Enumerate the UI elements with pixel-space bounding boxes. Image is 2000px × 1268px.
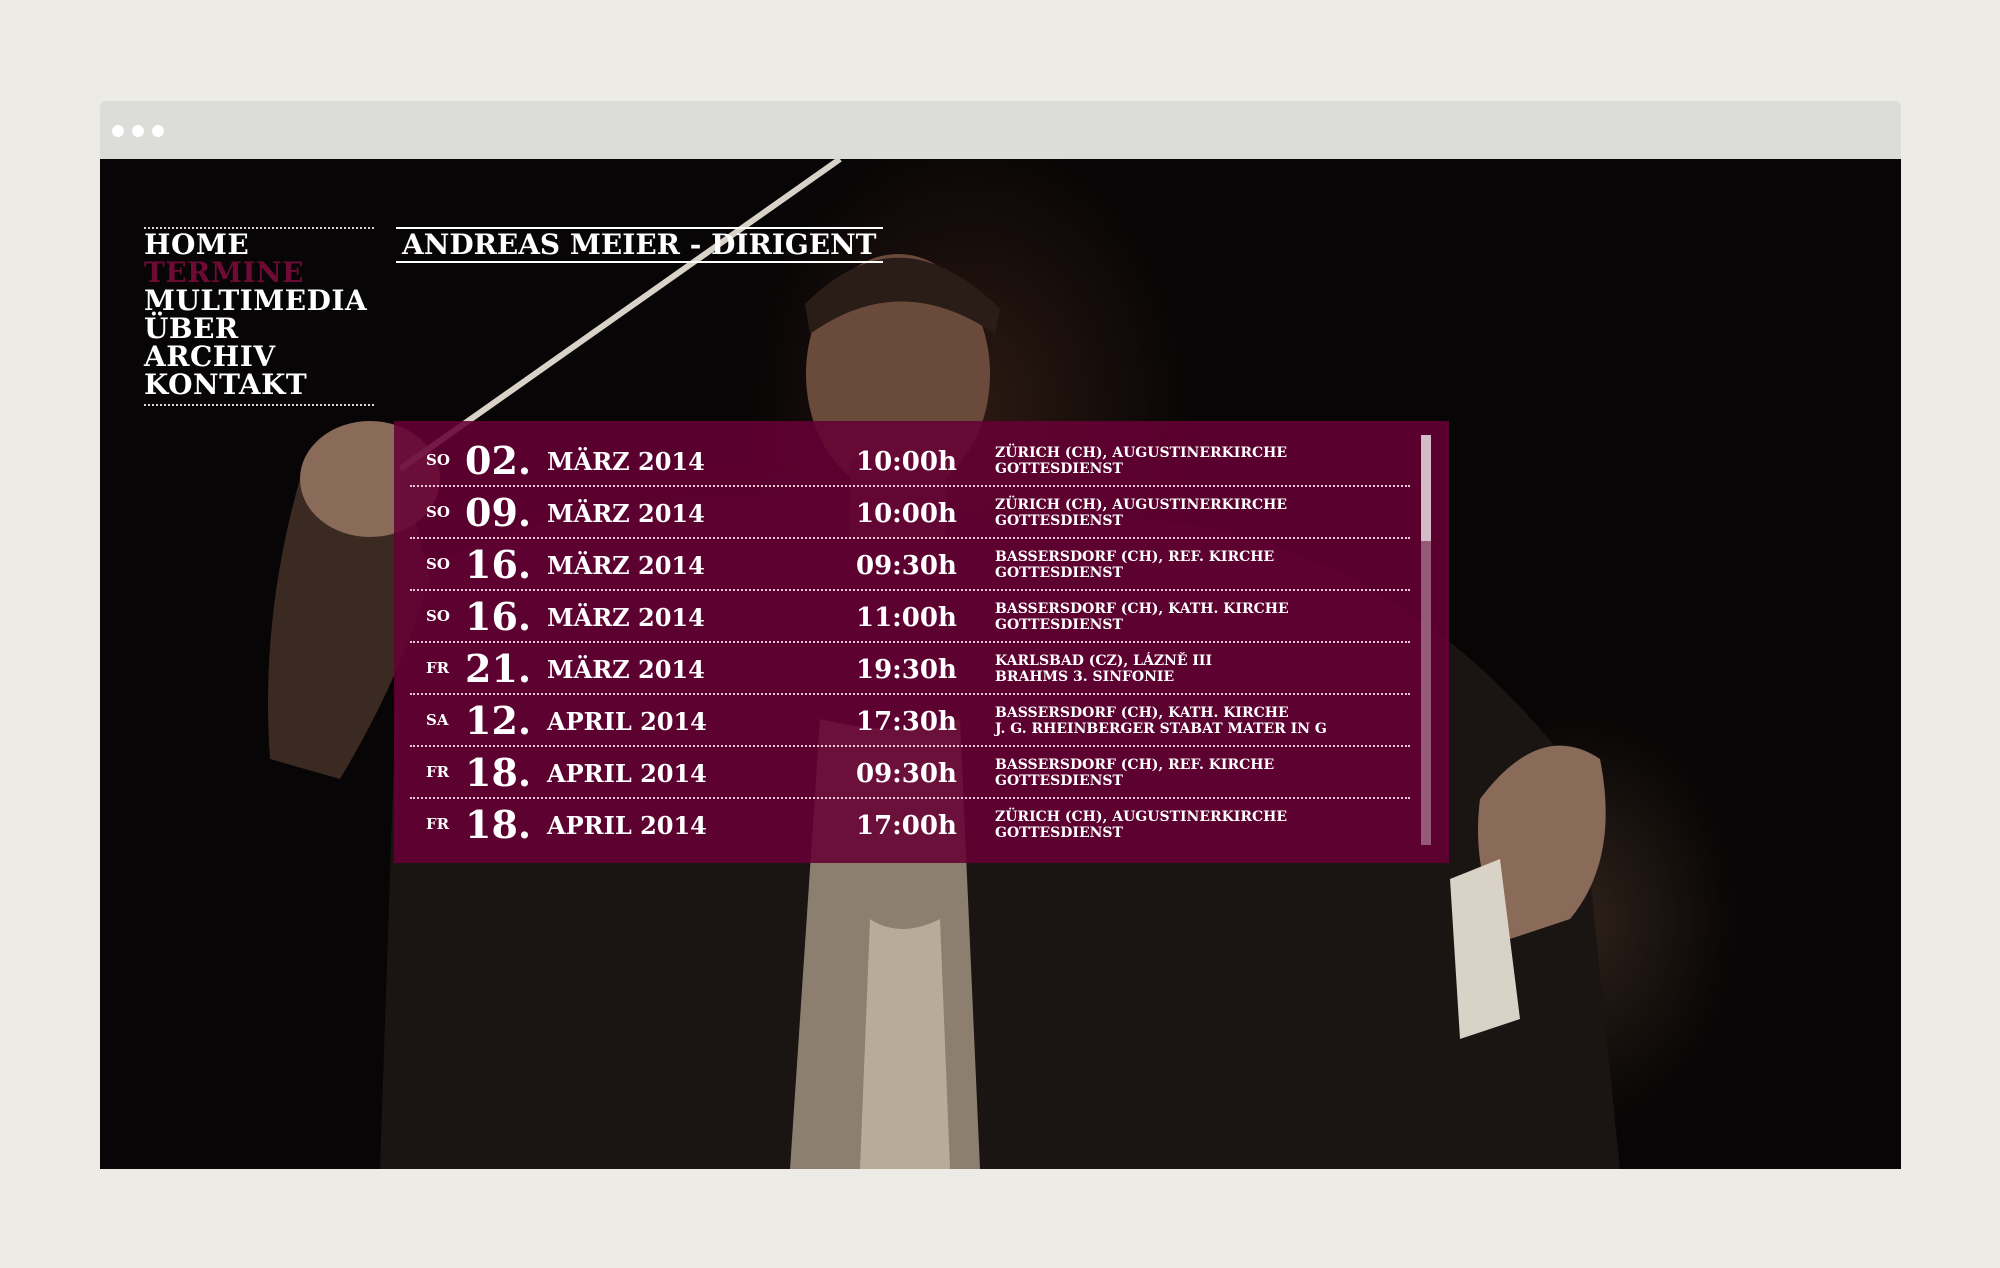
event-place: ZÜRICH (CH), AUGUSTINERKIRCHE xyxy=(995,445,1288,461)
nav-item-archiv[interactable]: ARCHIV xyxy=(144,343,374,371)
event-weekday: FR xyxy=(426,763,450,781)
events-scrollbar-thumb[interactable] xyxy=(1421,435,1431,541)
event-month-year: APRIL 2014 xyxy=(547,707,707,736)
event-month-year: APRIL 2014 xyxy=(547,811,707,840)
event-day: 09. xyxy=(465,490,532,535)
nav-item-home[interactable]: HOME xyxy=(144,231,374,259)
event-place: BASSERSDORF (CH), REF. KIRCHE xyxy=(995,757,1275,773)
event-row[interactable]: SA 12. APRIL 2014 17:30h BASSERSDORF (CH… xyxy=(410,695,1410,747)
browser-toolbar xyxy=(100,101,1901,159)
event-row[interactable]: SO 09. MÄRZ 2014 10:00h ZÜRICH (CH), AUG… xyxy=(410,487,1410,539)
event-time: 09:30h xyxy=(856,551,957,581)
site-title[interactable]: ANDREAS MEIER - DIRIGENT xyxy=(396,227,883,263)
event-description: J. G. RHEINBERGER STABAT MATER IN G xyxy=(995,721,1327,737)
nav-item-kontakt[interactable]: KONTAKT xyxy=(144,371,374,399)
event-place: BASSERSDORF (CH), KATH. KIRCHE xyxy=(995,705,1289,721)
event-weekday: FR xyxy=(426,815,450,833)
event-month-year: MÄRZ 2014 xyxy=(547,447,705,476)
event-weekday: SO xyxy=(426,503,450,521)
event-day: 12. xyxy=(465,698,532,743)
event-day: 18. xyxy=(465,750,532,795)
browser-window: HOME TERMINE MULTIMEDIA ÜBER ARCHIV KONT… xyxy=(100,101,1901,1169)
event-month-year: MÄRZ 2014 xyxy=(547,499,705,528)
event-time: 10:00h xyxy=(856,447,957,477)
events-panel: SO 02. MÄRZ 2014 10:00h ZÜRICH (CH), AUG… xyxy=(394,421,1449,863)
event-place: ZÜRICH (CH), AUGUSTINERKIRCHE xyxy=(995,497,1288,513)
nav-item-termine[interactable]: TERMINE xyxy=(144,259,374,287)
event-time: 17:30h xyxy=(856,707,957,737)
event-day: 21. xyxy=(465,646,532,691)
event-weekday: SO xyxy=(426,555,450,573)
event-month-year: MÄRZ 2014 xyxy=(547,551,705,580)
event-description: BRAHMS 3. SINFONIE xyxy=(995,669,1175,685)
event-weekday: SO xyxy=(426,607,450,625)
event-month-year: APRIL 2014 xyxy=(547,759,707,788)
window-dot-icon xyxy=(152,125,164,137)
event-month-year: MÄRZ 2014 xyxy=(547,655,705,684)
event-day: 16. xyxy=(465,542,532,587)
event-row[interactable]: SO 16. MÄRZ 2014 09:30h BASSERSDORF (CH)… xyxy=(410,539,1410,591)
event-row[interactable]: FR 21. MÄRZ 2014 19:30h KARLSBAD (CZ), L… xyxy=(410,643,1410,695)
event-row[interactable]: SO 02. MÄRZ 2014 10:00h ZÜRICH (CH), AUG… xyxy=(410,435,1410,487)
event-description: GOTTESDIENST xyxy=(995,773,1123,789)
main-navigation: HOME TERMINE MULTIMEDIA ÜBER ARCHIV KONT… xyxy=(144,227,374,406)
event-time: 17:00h xyxy=(856,811,957,841)
page-viewport: HOME TERMINE MULTIMEDIA ÜBER ARCHIV KONT… xyxy=(100,159,1901,1169)
event-day: 16. xyxy=(465,594,532,639)
event-row[interactable]: FR 18. APRIL 2014 17:00h ZÜRICH (CH), AU… xyxy=(410,799,1410,851)
event-description: GOTTESDIENST xyxy=(995,565,1123,581)
event-place: ZÜRICH (CH), AUGUSTINERKIRCHE xyxy=(995,809,1288,825)
event-weekday: FR xyxy=(426,659,450,677)
event-time: 10:00h xyxy=(856,499,957,529)
event-description: GOTTESDIENST xyxy=(995,461,1123,477)
event-place: BASSERSDORF (CH), KATH. KIRCHE xyxy=(995,601,1289,617)
event-month-year: MÄRZ 2014 xyxy=(547,603,705,632)
event-description: GOTTESDIENST xyxy=(995,617,1123,633)
event-weekday: SO xyxy=(426,451,450,469)
event-row[interactable]: SO 16. MÄRZ 2014 11:00h BASSERSDORF (CH)… xyxy=(410,591,1410,643)
event-row[interactable]: FR 18. APRIL 2014 09:30h BASSERSDORF (CH… xyxy=(410,747,1410,799)
events-list: SO 02. MÄRZ 2014 10:00h ZÜRICH (CH), AUG… xyxy=(410,435,1410,851)
event-day: 02. xyxy=(465,438,532,483)
event-place: KARLSBAD (CZ), LÁZNĚ III xyxy=(995,653,1213,669)
nav-item-ueber[interactable]: ÜBER xyxy=(144,315,374,343)
event-time: 09:30h xyxy=(856,759,957,789)
event-weekday: SA xyxy=(426,711,449,729)
window-dot-icon xyxy=(112,125,124,137)
event-place: BASSERSDORF (CH), REF. KIRCHE xyxy=(995,549,1275,565)
event-time: 11:00h xyxy=(856,603,957,633)
nav-item-multimedia[interactable]: MULTIMEDIA xyxy=(144,287,374,315)
event-time: 19:30h xyxy=(856,655,957,685)
event-description: GOTTESDIENST xyxy=(995,825,1123,841)
event-day: 18. xyxy=(465,802,532,847)
event-description: GOTTESDIENST xyxy=(995,513,1123,529)
window-dot-icon xyxy=(132,125,144,137)
